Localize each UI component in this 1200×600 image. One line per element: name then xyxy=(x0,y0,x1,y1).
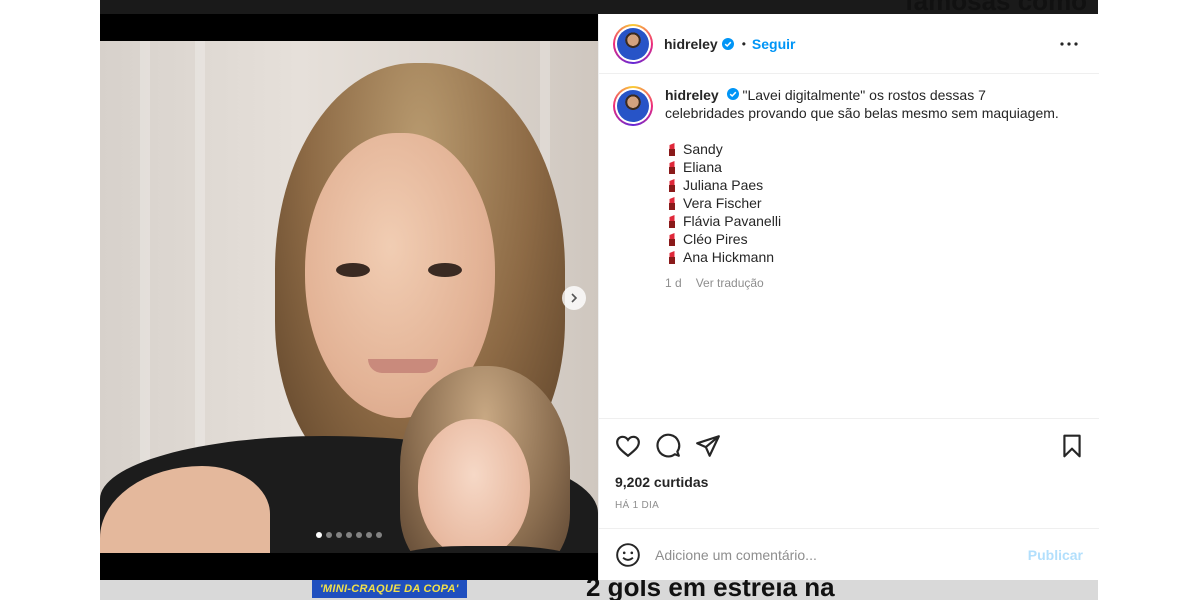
verified-badge-icon xyxy=(726,88,739,100)
separator-dot: • xyxy=(741,36,746,51)
share-button[interactable] xyxy=(695,433,721,459)
lipstick-icon xyxy=(669,179,675,192)
comment-bar: Publicar xyxy=(599,528,1099,580)
post-media xyxy=(100,14,598,580)
chevron-right-icon xyxy=(571,293,578,303)
avatar-frame xyxy=(615,25,651,62)
carousel-dots xyxy=(100,532,598,538)
post-age: HÁ 1 DIA xyxy=(615,500,660,511)
lipstick-icon xyxy=(669,161,675,174)
post-header: hidreley • Seguir xyxy=(599,14,1099,74)
verified-badge-icon xyxy=(721,37,734,50)
carousel-dot[interactable] xyxy=(376,532,382,538)
caption-age: 1 d xyxy=(665,276,682,290)
emoji-icon[interactable] xyxy=(615,542,641,568)
see-translation-link[interactable]: Ver tradução xyxy=(696,274,764,292)
likes-count[interactable]: 9,202 curtidas xyxy=(615,474,708,490)
carousel-next-button[interactable] xyxy=(562,286,586,310)
lipstick-icon xyxy=(669,251,675,264)
comment-button[interactable] xyxy=(655,433,681,459)
publish-button[interactable]: Publicar xyxy=(1028,547,1083,563)
list-item: Juliana Paes xyxy=(665,176,1065,194)
carousel-dot[interactable] xyxy=(326,532,332,538)
celebrity-name: Flávia Pavanelli xyxy=(683,213,782,229)
more-options-button[interactable] xyxy=(1057,32,1081,56)
mouth xyxy=(368,359,438,373)
list-item: Flávia Pavanelli xyxy=(665,212,1065,230)
like-button[interactable] xyxy=(615,433,641,459)
celebrity-name: Ana Hickmann xyxy=(683,249,775,265)
list-item: Sandy xyxy=(665,140,1065,158)
celebrity-name: Eliana xyxy=(683,159,722,175)
celebrity-name: Sandy xyxy=(683,141,723,157)
carousel-dot[interactable] xyxy=(356,532,362,538)
celebrity-name: Cléo Pires xyxy=(683,231,748,247)
eye-left xyxy=(336,263,370,277)
carousel-dot[interactable] xyxy=(366,532,372,538)
avatar-frame xyxy=(615,88,651,124)
celebrity-name: Vera Fischer xyxy=(683,195,762,211)
caption-avatar[interactable] xyxy=(613,86,653,126)
lipstick-icon xyxy=(669,197,675,210)
background-page-right xyxy=(1098,0,1200,600)
bookmark-button[interactable] xyxy=(1059,433,1085,459)
list-item: Eliana xyxy=(665,158,1065,176)
list-item: Vera Fischer xyxy=(665,194,1065,212)
carousel-dot[interactable] xyxy=(316,532,322,538)
post-side-panel: hidreley • Seguir hidreley "Lavei digita… xyxy=(598,14,1099,580)
list-item: Ana Hickmann xyxy=(665,248,1065,266)
more-options-icon xyxy=(1060,42,1078,46)
action-bar xyxy=(599,418,1099,470)
post-photo xyxy=(100,41,598,553)
celebrity-list: Sandy Eliana Juliana Paes Vera Fischer F… xyxy=(665,140,1065,266)
caption-text-line: hidreley "Lavei digitalmente" os rostos … xyxy=(665,86,1065,122)
caption: hidreley "Lavei digitalmente" os rostos … xyxy=(613,86,1085,292)
comment-input[interactable] xyxy=(655,546,1028,563)
avatar[interactable] xyxy=(613,23,653,64)
lipstick-icon xyxy=(669,143,675,156)
list-item: Cléo Pires xyxy=(665,230,1065,248)
lipstick-icon xyxy=(669,215,675,228)
caption-meta: 1 d Ver tradução xyxy=(665,274,1065,292)
avatar-image xyxy=(617,27,649,60)
background-badge: 'MINI-CRAQUE DA COPA' xyxy=(312,580,467,598)
caption-body: hidreley "Lavei digitalmente" os rostos … xyxy=(665,86,1065,292)
carousel-dot[interactable] xyxy=(336,532,342,538)
avatar-image xyxy=(617,90,649,122)
caption-username[interactable]: hidreley xyxy=(665,87,719,103)
background-page-left xyxy=(0,0,100,600)
celebrity-name: Juliana Paes xyxy=(683,177,764,193)
caption-text: "Lavei digitalmente" os rostos dessas 7 … xyxy=(665,87,1059,121)
eye-right xyxy=(428,263,462,277)
carousel-dot[interactable] xyxy=(346,532,352,538)
follow-button[interactable]: Seguir xyxy=(752,36,796,52)
username-link[interactable]: hidreley xyxy=(664,36,718,52)
lipstick-icon xyxy=(669,233,675,246)
